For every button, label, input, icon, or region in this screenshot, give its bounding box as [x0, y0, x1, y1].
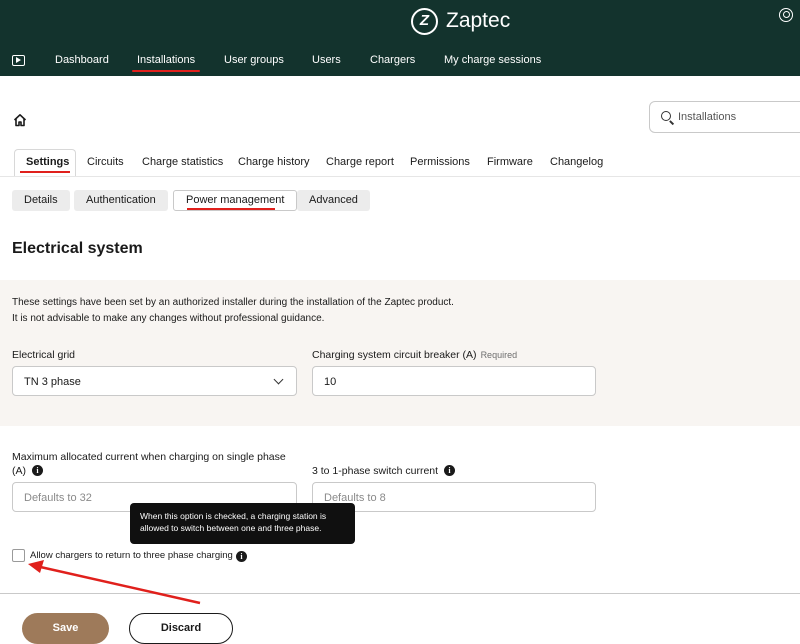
- single-phase-label-line-1: Maximum allocated current when charging …: [12, 451, 286, 463]
- info-icon[interactable]: i: [236, 551, 247, 562]
- brand-name: Zaptec: [446, 9, 511, 32]
- circuit-breaker-value: 10: [324, 376, 337, 388]
- tab-settings[interactable]: Settings: [26, 156, 69, 168]
- single-phase-label-line-2: (A): [12, 465, 26, 477]
- circuit-breaker-label-text: Charging system circuit breaker (A): [312, 349, 477, 361]
- tab-permissions[interactable]: Permissions: [410, 156, 470, 168]
- subtab-active-indicator: [187, 208, 275, 210]
- circuit-breaker-label: Charging system circuit breaker (A) Requi…: [312, 349, 517, 361]
- tooltip-line-2: allowed to switch between one and three …: [140, 523, 322, 533]
- search-icon: [661, 111, 671, 121]
- tab-changelog[interactable]: Changelog: [550, 156, 603, 168]
- discard-button[interactable]: Discard: [129, 613, 233, 644]
- tab-charge-report[interactable]: Charge report: [326, 156, 394, 168]
- electrical-grid-value: TN 3 phase: [24, 376, 81, 388]
- nav-active-indicator: [132, 70, 200, 72]
- electrical-grid-select[interactable]: TN 3 phase: [12, 366, 297, 396]
- section-title: Electrical system: [12, 240, 143, 257]
- account-icon[interactable]: [779, 8, 793, 22]
- nav-item-installations[interactable]: Installations: [137, 54, 195, 66]
- notice-line-1: These settings have been set by an autho…: [12, 297, 454, 308]
- brand[interactable]: Zaptec: [411, 7, 510, 35]
- home-icon[interactable]: [13, 113, 27, 127]
- search-input[interactable]: [678, 102, 798, 132]
- subtab-authentication[interactable]: Authentication: [74, 190, 168, 211]
- switch-current-label: 3 to 1-phase switch current: [312, 465, 439, 477]
- three-phase-return-label[interactable]: Allow chargers to return to three phase …: [30, 550, 233, 561]
- info-icon[interactable]: i: [444, 465, 455, 476]
- top-bar: Zaptec Dashboard Installations User grou…: [0, 0, 800, 76]
- tab-active-indicator: [20, 171, 70, 173]
- circuit-breaker-input[interactable]: 10: [312, 366, 596, 396]
- electrical-grid-label: Electrical grid: [12, 349, 76, 361]
- save-button[interactable]: Save: [22, 613, 109, 644]
- tab-charge-history[interactable]: Charge history: [238, 156, 310, 168]
- info-tooltip: When this option is checked, a charging …: [130, 503, 355, 544]
- zaptec-logo-icon: [411, 7, 438, 35]
- footer-divider: [0, 593, 800, 594]
- media-icon[interactable]: [12, 55, 25, 66]
- installation-tabs: Settings Circuits Charge statistics Char…: [0, 147, 800, 177]
- subtab-details[interactable]: Details: [12, 190, 70, 211]
- tooltip-line-1: When this option is checked, a charging …: [140, 511, 327, 521]
- main-nav: Dashboard Installations User groups User…: [0, 50, 800, 74]
- tab-circuits[interactable]: Circuits: [87, 156, 124, 168]
- info-icon[interactable]: i: [32, 465, 43, 476]
- subtab-advanced[interactable]: Advanced: [297, 190, 370, 211]
- tab-charge-statistics[interactable]: Charge statistics: [142, 156, 223, 168]
- nav-item-my-charge-sessions[interactable]: My charge sessions: [444, 54, 541, 66]
- nav-item-users[interactable]: Users: [312, 54, 341, 66]
- chevron-down-icon: [273, 374, 284, 385]
- required-badge: Required: [480, 350, 518, 360]
- three-phase-return-checkbox[interactable]: [12, 549, 25, 562]
- search-box[interactable]: [649, 101, 800, 133]
- single-phase-placeholder: Defaults to 32: [24, 492, 92, 504]
- notice-line-2: It is not advisable to make any changes …: [12, 313, 325, 324]
- tab-firmware[interactable]: Firmware: [487, 156, 533, 168]
- nav-item-user-groups[interactable]: User groups: [224, 54, 284, 66]
- nav-item-dashboard[interactable]: Dashboard: [55, 54, 109, 66]
- nav-item-chargers[interactable]: Chargers: [370, 54, 415, 66]
